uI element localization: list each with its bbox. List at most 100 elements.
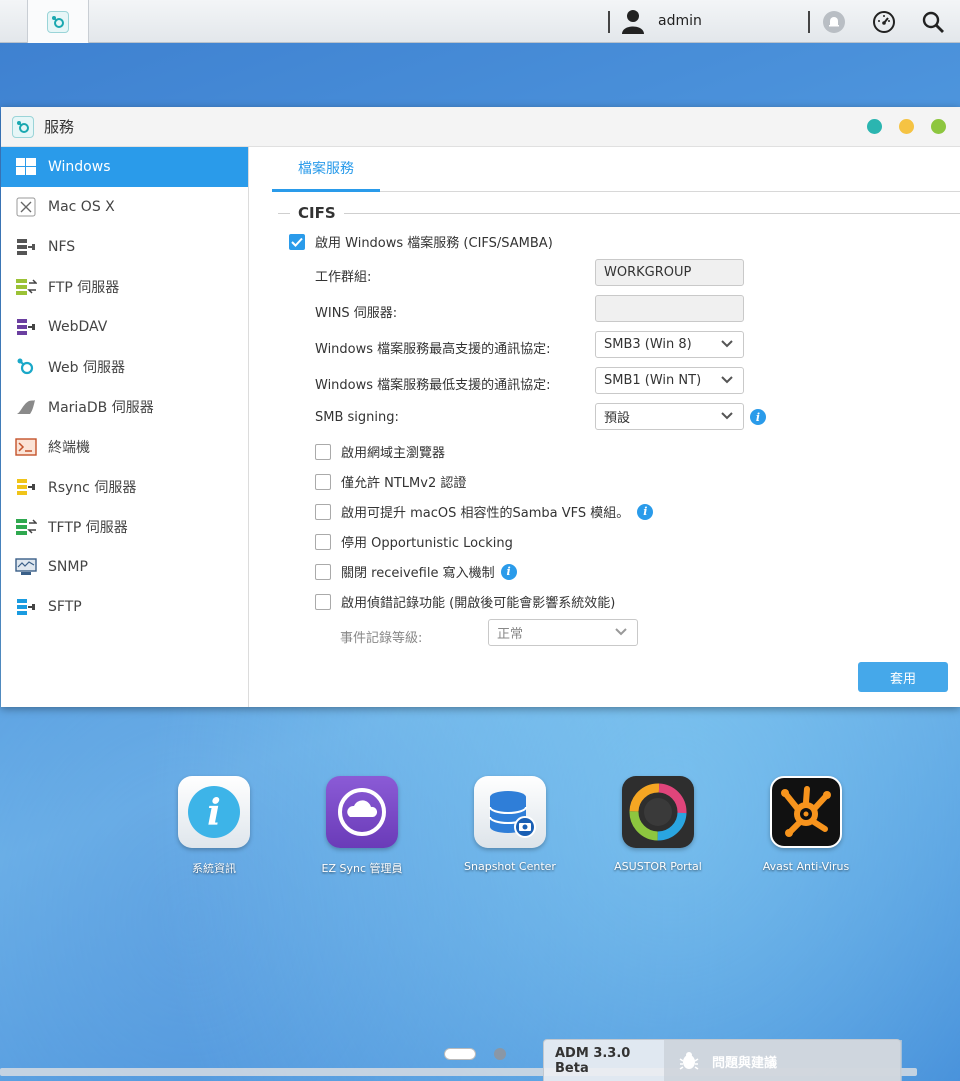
scroll-fade — [250, 652, 960, 682]
checkbox[interactable] — [315, 593, 331, 610]
enable-cifs-label: 啟用 Windows 檔案服務 (CIFS/SAMBA) — [315, 236, 553, 251]
sidebar-item-mariadb[interactable]: MariaDB 伺服器 — [1, 387, 248, 427]
sidebar-item-label: SNMP — [48, 559, 88, 575]
search-icon[interactable] — [920, 9, 946, 35]
services-app-icon — [12, 115, 34, 138]
divider — [808, 11, 810, 33]
option-label: 啟用可提升 macOS 相容性的Samba VFS 模組。 — [341, 506, 630, 521]
ftp-server-icon — [15, 278, 37, 296]
terminal-icon — [15, 438, 37, 456]
sidebar-item-terminal[interactable]: 終端機 — [1, 427, 248, 467]
sidebar-item-tftp[interactable]: TFTP 伺服器 — [1, 507, 248, 547]
close-button[interactable] — [931, 119, 946, 134]
checkbox[interactable] — [315, 443, 331, 460]
checkbox-checked-icon[interactable] — [289, 233, 305, 250]
sftp-icon — [15, 598, 37, 616]
checkbox[interactable] — [315, 473, 331, 490]
chevron-down-icon — [721, 340, 733, 348]
log-level-value: 正常 — [497, 627, 524, 642]
notification-bell-icon[interactable] — [821, 9, 847, 35]
app-logo-icon — [47, 10, 69, 33]
dashboard-icon[interactable] — [871, 9, 897, 35]
web-server-icon — [15, 358, 37, 376]
user-menu[interactable]: admin — [620, 8, 702, 34]
desktop-app-asustor-portal[interactable]: ASUSTOR Portal — [583, 776, 733, 873]
tab-bar: 檔案服務 — [272, 147, 960, 192]
minimize-button[interactable] — [867, 119, 882, 134]
sidebar-item-webdav[interactable]: WebDAV — [1, 307, 248, 347]
sidebar-item-rsync[interactable]: Rsync 伺服器 — [1, 467, 248, 507]
home-button[interactable] — [27, 0, 89, 43]
tftp-icon — [15, 518, 37, 536]
desktop-app-snapshot-center[interactable]: Snapshot Center — [435, 776, 585, 873]
desktop-app-avast[interactable]: Avast Anti-Virus — [731, 776, 881, 873]
option-label: 啟用網域主瀏覽器 — [341, 446, 446, 461]
page-indicator-active[interactable] — [444, 1048, 476, 1060]
sidebar-item-label: Mac OS X — [48, 199, 115, 215]
sidebar-item-label: TFTP 伺服器 — [48, 520, 128, 536]
feedback-label: 問題與建議 — [712, 1055, 778, 1071]
ez-sync-icon — [326, 776, 398, 848]
info-icon[interactable]: i — [750, 409, 766, 425]
page-indicator[interactable] — [494, 1048, 506, 1060]
info-icon[interactable]: i — [500, 563, 517, 580]
sidebar-item-label: Windows — [48, 159, 111, 175]
desktop-app-system-info[interactable]: i 系統資訊 — [139, 776, 289, 876]
window-title-bar[interactable]: 服務 — [1, 107, 960, 147]
option-checkbox-samba-vfs[interactable]: 啟用可提升 macOS 相容性的Samba VFS 模組。 i — [315, 502, 654, 521]
enable-cifs-checkbox[interactable]: 啟用 Windows 檔案服務 (CIFS/SAMBA) — [289, 232, 553, 251]
wins-server-label: WINS 伺服器: — [315, 306, 398, 321]
system-info-icon: i — [178, 776, 250, 848]
webdav-icon — [15, 318, 37, 336]
log-level-select[interactable]: 正常 — [488, 619, 638, 646]
workgroup-label: 工作群組: — [315, 270, 372, 285]
option-checkbox-domain-master[interactable]: 啟用網域主瀏覽器 — [315, 442, 445, 461]
checkbox[interactable] — [315, 503, 331, 520]
sidebar-item-windows[interactable]: Windows — [1, 147, 248, 187]
smb-signing-select[interactable]: 預設 — [595, 403, 744, 430]
asustor-portal-icon — [622, 776, 694, 848]
mariadb-icon — [15, 398, 37, 416]
option-checkbox-ntlmv2[interactable]: 僅允許 NTLMv2 認證 — [315, 472, 466, 491]
chevron-down-icon — [721, 376, 733, 384]
smb-signing-value: 預設 — [604, 411, 631, 426]
windows-icon — [15, 158, 37, 176]
checkbox[interactable] — [315, 563, 331, 580]
maximize-button[interactable] — [899, 119, 914, 134]
top-bar: admin — [0, 0, 960, 43]
info-icon[interactable]: i — [637, 503, 654, 520]
sidebar-item-ftp[interactable]: FTP 伺服器 — [1, 267, 248, 307]
bug-icon — [679, 1052, 699, 1070]
option-checkbox-oplocks[interactable]: 停用 Opportunistic Locking — [315, 532, 513, 551]
svg-text:i: i — [207, 792, 221, 834]
checkbox[interactable] — [315, 533, 331, 550]
feedback-button[interactable]: 問題與建議 — [664, 1040, 902, 1081]
rsync-icon — [15, 478, 37, 496]
window-title: 服務 — [44, 118, 75, 136]
app-label: 系統資訊 — [192, 862, 236, 875]
sidebar-item-web-server[interactable]: Web 伺服器 — [1, 347, 248, 387]
max-protocol-select[interactable]: SMB3 (Win 8) — [595, 331, 744, 358]
apply-button[interactable]: 套用 — [858, 662, 948, 692]
option-label: 僅允許 NTLMv2 認證 — [341, 476, 467, 491]
sidebar-item-snmp[interactable]: SNMP — [1, 547, 248, 587]
option-label: 停用 Opportunistic Locking — [341, 536, 513, 551]
desktop-app-ez-sync[interactable]: EZ Sync 管理員 — [287, 776, 437, 876]
app-label: EZ Sync 管理員 — [321, 862, 403, 875]
smb-signing-label: SMB signing: — [315, 410, 399, 425]
workgroup-input[interactable]: WORKGROUP — [595, 259, 744, 286]
sidebar-item-label: WebDAV — [48, 319, 108, 335]
tab-file-services[interactable]: 檔案服務 — [272, 147, 380, 192]
user-name: admin — [658, 13, 702, 29]
option-checkbox-debug-log[interactable]: 啟用偵錯記錄功能 (開啟後可能會影響系統效能) — [315, 592, 615, 611]
sidebar-item-sftp[interactable]: SFTP — [1, 587, 248, 627]
option-label: 啟用偵錯記錄功能 (開啟後可能會影響系統效能) — [341, 596, 616, 611]
sidebar-item-macos[interactable]: Mac OS X — [1, 187, 248, 227]
sidebar-item-label: SFTP — [48, 599, 82, 615]
snmp-icon — [15, 558, 37, 576]
wins-server-input[interactable] — [595, 295, 744, 322]
option-checkbox-receivefile[interactable]: 關閉 receivefile 寫入機制 i — [315, 562, 517, 581]
min-protocol-select[interactable]: SMB1 (Win NT) — [595, 367, 744, 394]
min-protocol-value: SMB1 (Win NT) — [604, 373, 702, 388]
sidebar-item-nfs[interactable]: NFS — [1, 227, 248, 267]
